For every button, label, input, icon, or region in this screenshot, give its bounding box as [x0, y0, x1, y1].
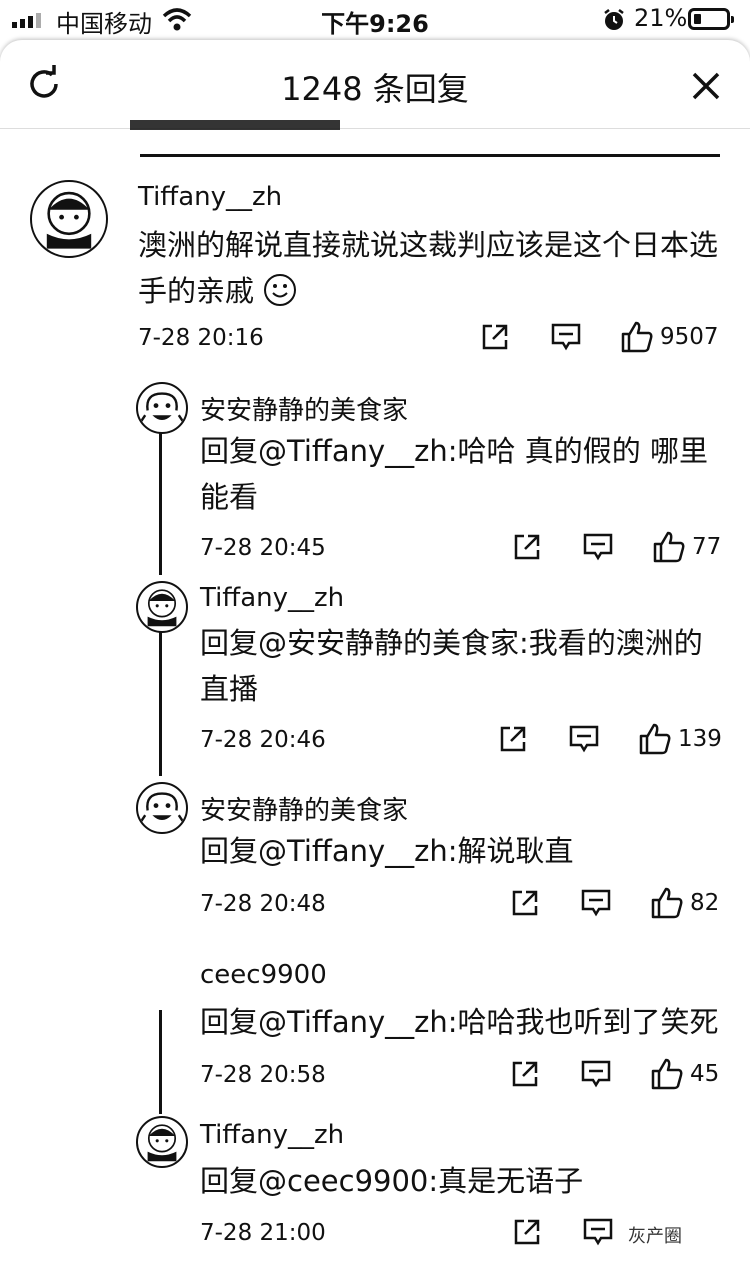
reply-icon[interactable] [582, 1217, 614, 1247]
avatar[interactable] [136, 581, 188, 633]
reply-author[interactable]: 安安静静的美食家 [200, 390, 408, 427]
battery-icon [688, 8, 734, 30]
comment-author[interactable]: Tiffany__zh [138, 182, 282, 212]
thumbs-up-icon [651, 1058, 683, 1090]
reply-time: 7-28 20:45 [200, 535, 326, 561]
like-count: 9507 [660, 324, 719, 350]
reply-text: 回复@Tiffany__zh:解说耿直 [200, 834, 574, 868]
reply-time: 7-28 20:48 [200, 891, 326, 917]
reply-time: 7-28 21:00 [200, 1220, 326, 1246]
share-icon[interactable] [512, 1217, 542, 1247]
like-button[interactable]: 139 [638, 722, 722, 756]
share-icon[interactable] [480, 322, 510, 352]
reply-icon[interactable] [580, 1059, 612, 1089]
reply-item: 安安静静的美食家 回复@Tiffany__zh:解说耿直 7-28 20:48 … [0, 780, 750, 930]
like-count: 77 [692, 534, 722, 560]
reply-text: 回复@安安静静的美食家:我看的澳洲的直播 [200, 626, 703, 706]
reply-item: ceec9900 回复@Tiffany__zh:哈哈我也听到了笑死 7-28 2… [0, 952, 750, 1102]
avatar[interactable] [136, 782, 188, 834]
like-button[interactable]: 9507 [620, 320, 719, 354]
reply-author[interactable]: ceec9900 [200, 960, 327, 990]
reply-author[interactable]: 安安静静的美食家 [200, 790, 408, 827]
reply-item: 安安静静的美食家 回复@Tiffany__zh:哈哈 真的假的 哪里能看 7-2… [0, 380, 750, 570]
reply-text: 回复@Tiffany__zh:哈哈 真的假的 哪里能看 [200, 434, 708, 514]
previous-comment-cutoff [0, 88, 750, 166]
like-button[interactable]: 82 [650, 886, 719, 920]
share-icon[interactable] [510, 888, 540, 918]
thumbs-up-icon [621, 321, 653, 353]
like-count: 45 [690, 1061, 720, 1087]
like-count: 139 [678, 726, 722, 752]
share-icon[interactable] [498, 724, 528, 754]
avatar[interactable] [30, 180, 108, 258]
reply-icon[interactable] [550, 322, 582, 352]
reply-item: Tiffany__zh 回复@安安静静的美食家:我看的澳洲的直播 7-28 20… [0, 575, 750, 765]
reply-icon[interactable] [582, 532, 614, 562]
status-bar: 中国移动 下午9:26 21% [0, 0, 750, 40]
watermark: 灰产圈 [628, 1226, 682, 1247]
comment-text-wrap: 澳洲的解说直接就说这裁判应该是这个日本选手的亲戚 [138, 222, 728, 314]
like-button[interactable]: 77 [652, 530, 721, 564]
comment-time: 7-28 20:16 [138, 325, 264, 351]
thumbs-up-icon [651, 887, 683, 919]
reply-icon[interactable] [568, 724, 600, 754]
thumbs-up-icon [653, 531, 685, 563]
reply-author[interactable]: Tiffany__zh [200, 583, 344, 613]
reply-text: 回复@Tiffany__zh:哈哈我也听到了笑死 [200, 1005, 719, 1039]
alarm-icon [602, 8, 626, 36]
comment-text: 澳洲的解说直接就说这裁判应该是这个日本选手的亲戚 [138, 228, 719, 308]
thumbs-up-icon [639, 723, 671, 755]
avatar[interactable] [136, 382, 188, 434]
like-button[interactable]: 45 [650, 1057, 719, 1091]
reply-author[interactable]: Tiffany__zh [200, 1120, 344, 1150]
reply-icon[interactable] [580, 888, 612, 918]
avatar[interactable] [136, 1116, 188, 1168]
battery-percent: 21% [634, 4, 688, 32]
main-comment: Tiffany__zh 澳洲的解说直接就说这裁判应该是这个日本选手的亲戚 7-2… [0, 170, 750, 370]
smiley-icon [263, 273, 297, 307]
reply-text: 回复@ceec9900:真是无语子 [200, 1164, 584, 1198]
reply-time: 7-28 20:46 [200, 727, 326, 753]
like-count: 82 [690, 890, 720, 916]
reply-time: 7-28 20:58 [200, 1062, 326, 1088]
share-icon[interactable] [512, 532, 542, 562]
share-icon[interactable] [510, 1059, 540, 1089]
